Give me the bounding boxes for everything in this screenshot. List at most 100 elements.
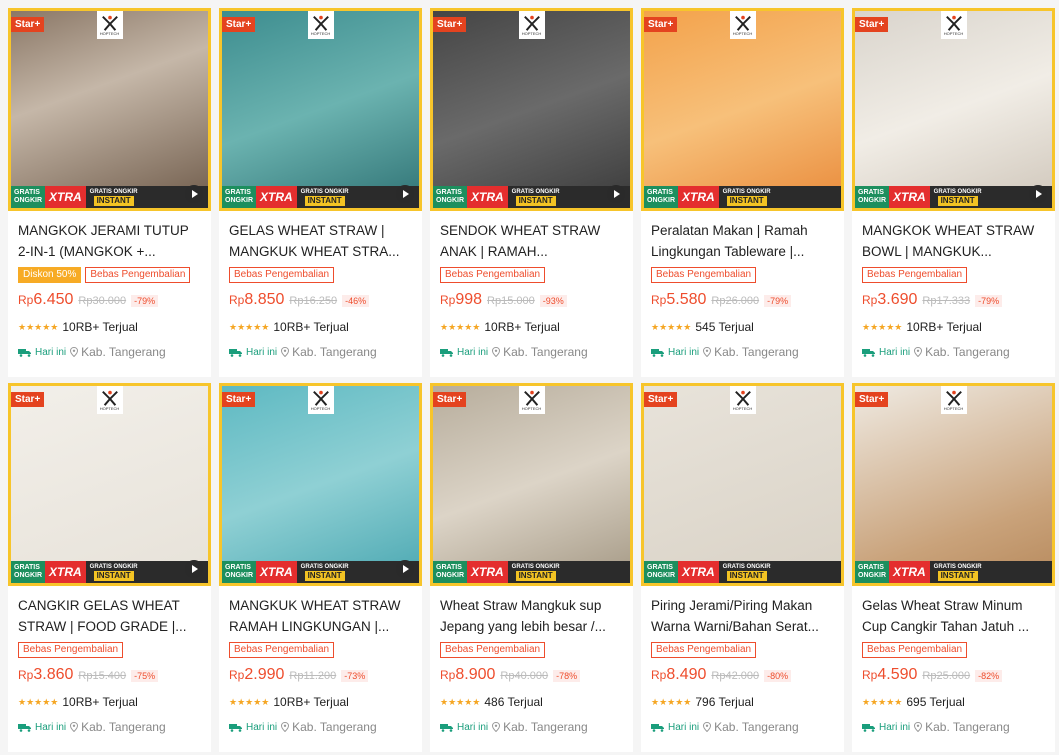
shipping-banner: GRATIS ONGKIR XTRA GRATIS ONGKIR INSTANT [222,561,419,583]
product-card[interactable]: Star+ HOPTECH GRATIS ONGKIR XTRA GRATIS O… [852,383,1055,752]
seller-location: Kab. Tangerang [703,720,799,734]
xtra-label: XTRA [889,186,930,208]
instant-label: GRATIS ONGKIR INSTANT [933,188,982,206]
product-image[interactable]: Star+ HOPTECH GRATIS ONGKIR XTRA GRATIS O… [219,383,422,586]
rating-stars-icon: ★★★★★ [440,321,481,332]
sold-count: 10RB+ Terjual [62,320,138,334]
xtra-label: XTRA [467,186,508,208]
play-video-icon[interactable] [185,560,203,578]
delivery-today: Hari ini [651,722,699,733]
badge-row: Bebas Pengembalian [229,267,412,283]
product-title[interactable]: CANGKIR GELAS WHEAT STRAW | FOOD GRADE |… [18,595,201,637]
price-row: Rp6.450 Rp30.000 -79% [18,291,201,311]
cups-bowls-icon [222,11,419,208]
discount-badge: -80% [764,670,792,682]
instant-label: GRATIS ONGKIR INSTANT [722,563,771,581]
rating-row: ★★★★★ 796 Terjual [651,694,834,710]
product-title[interactable]: Peralatan Makan | Ramah Lingkungan Table… [651,220,834,262]
rating-row: ★★★★★ 10RB+ Terjual [862,319,1045,335]
shipping-banner: GRATIS ONGKIR XTRA GRATIS ONGKIR INSTANT [855,186,1052,208]
product-title[interactable]: SENDOK WHEAT STRAW ANAK | RAMAH... [440,220,623,262]
star-plus-badge: Star+ [222,17,256,32]
product-card[interactable]: Star+ HOPTECH GRATIS ONGKIR XTRA GRATIS O… [430,8,633,377]
rating-stars-icon: ★★★★★ [862,321,903,332]
location-row: Hari ini Kab. Tangerang [229,344,412,360]
shipping-banner: GRATIS ONGKIR XTRA GRATIS ONGKIR INSTANT [222,186,419,208]
star-plus-badge: Star+ [855,392,889,407]
location-row: Hari ini Kab. Tangerang [651,719,834,735]
shipping-banner: GRATIS ONGKIR XTRA GRATIS ONGKIR INSTANT [855,561,1052,583]
product-card[interactable]: Star+ HOPTECH GRATIS ONGKIR XTRA GRATIS O… [8,8,211,377]
seller-location: Kab. Tangerang [914,345,1010,359]
discount-label: Diskon 50% [18,267,82,283]
rating-row: ★★★★★ 10RB+ Terjual [229,694,412,710]
current-price: Rp8.900 [440,666,496,683]
badge-row: Bebas Pengembalian [862,642,1045,658]
instant-label: GRATIS ONGKIR INSTANT [89,563,138,581]
delivery-today: Hari ini [440,347,488,358]
sold-count: 695 Terjual [906,695,965,709]
product-card[interactable]: Star+ HOPTECH GRATIS ONGKIR XTRA GRATIS O… [430,383,633,752]
brand-logo: HOPTECH [518,11,545,39]
product-image[interactable]: Star+ HOPTECH GRATIS ONGKIR XTRA GRATIS O… [641,383,844,586]
play-video-icon[interactable] [396,185,414,203]
current-price: Rp5.580 [651,291,707,308]
seller-location: Kab. Tangerang [281,720,377,734]
product-title[interactable]: MANGKUK WHEAT STRAW RAMAH LINGKUNGAN |..… [229,595,412,637]
price-row: Rp2.990 Rp11.200 -73% [229,666,412,686]
product-title[interactable]: GELAS WHEAT STRAW | MANGKUK WHEAT STRA..… [229,220,412,262]
price-row: Rp3.690 Rp17.333 -79% [862,291,1045,311]
product-card[interactable]: Star+ HOPTECH GRATIS ONGKIR XTRA GRATIS O… [641,383,844,752]
product-title[interactable]: Gelas Wheat Straw Minum Cup Cangkir Taha… [862,595,1045,637]
badge-row: Bebas Pengembalian [862,267,1045,283]
product-image[interactable]: Star+ HOPTECH GRATIS ONGKIR XTRA GRATIS O… [641,8,844,211]
price-row: Rp5.580 Rp26.000 -79% [651,291,834,311]
product-card[interactable]: Star+ HOPTECH GRATIS ONGKIR XTRA GRATIS O… [219,8,422,377]
spoons-icon [433,11,630,208]
product-image[interactable]: Star+ HOPTECH GRATIS ONGKIR XTRA GRATIS O… [430,383,633,586]
product-title[interactable]: Piring Jerami/Piring Makan Warna Warni/B… [651,595,834,637]
free-return-label: Bebas Pengembalian [440,267,546,283]
product-card[interactable]: Star+ HOPTECH GRATIS ONGKIR XTRA GRATIS O… [219,383,422,752]
gratis-ongkir-label: GRATIS ONGKIR [433,186,467,208]
location-pin-icon [492,722,501,732]
product-title[interactable]: MANGKOK JERAMI TUTUP 2-IN-1 (MANGKOK +..… [18,220,201,262]
rating-stars-icon: ★★★★★ [229,321,270,332]
product-card[interactable]: Star+ HOPTECH GRATIS ONGKIR XTRA GRATIS O… [8,383,211,752]
play-video-icon[interactable] [607,185,625,203]
instant-label: GRATIS ONGKIR INSTANT [300,188,349,206]
shipping-banner: GRATIS ONGKIR XTRA GRATIS ONGKIR INSTANT [644,561,841,583]
product-card[interactable]: Star+ HOPTECH GRATIS ONGKIR XTRA GRATIS O… [641,8,844,377]
product-image[interactable]: Star+ HOPTECH GRATIS ONGKIR XTRA GRATIS O… [430,8,633,211]
delivery-today: Hari ini [18,347,66,358]
seller-location: Kab. Tangerang [914,720,1010,734]
delivery-today: Hari ini [18,722,66,733]
star-plus-badge: Star+ [433,392,467,407]
current-price: Rp2.990 [229,666,285,683]
badge-row: Bebas Pengembalian [18,642,201,658]
original-price: Rp11.200 [289,670,337,682]
play-video-icon[interactable] [185,185,203,203]
product-title[interactable]: Wheat Straw Mangkuk sup Jepang yang lebi… [440,595,623,637]
product-image[interactable]: Star+ HOPTECH GRATIS ONGKIR XTRA GRATIS O… [8,8,211,211]
free-return-label: Bebas Pengembalian [229,642,335,658]
brand-logo: HOPTECH [96,11,123,39]
xtra-label: XTRA [889,561,930,583]
play-video-icon[interactable] [396,560,414,578]
product-image[interactable]: Star+ HOPTECH GRATIS ONGKIR XTRA GRATIS O… [852,8,1055,211]
product-image[interactable]: Star+ HOPTECH GRATIS ONGKIR XTRA GRATIS O… [8,383,211,586]
current-price: Rp6.450 [18,291,74,308]
mugs-icon [11,386,208,583]
gratis-ongkir-label: GRATIS ONGKIR [644,561,678,583]
product-title[interactable]: MANGKOK WHEAT STRAW BOWL | MANGKUK... [862,220,1045,262]
instant-label: GRATIS ONGKIR INSTANT [722,188,771,206]
shipping-banner: GRATIS ONGKIR XTRA GRATIS ONGKIR INSTANT [644,186,841,208]
product-image[interactable]: Star+ HOPTECH GRATIS ONGKIR XTRA GRATIS O… [219,8,422,211]
product-image[interactable]: Star+ HOPTECH GRATIS ONGKIR XTRA GRATIS O… [852,383,1055,586]
free-return-label: Bebas Pengembalian [862,267,968,283]
play-video-icon[interactable] [1029,185,1047,203]
rating-stars-icon: ★★★★★ [229,696,270,707]
sold-count: 10RB+ Terjual [273,320,349,334]
product-card[interactable]: Star+ HOPTECH GRATIS ONGKIR XTRA GRATIS O… [852,8,1055,377]
star-plus-badge: Star+ [644,17,678,32]
